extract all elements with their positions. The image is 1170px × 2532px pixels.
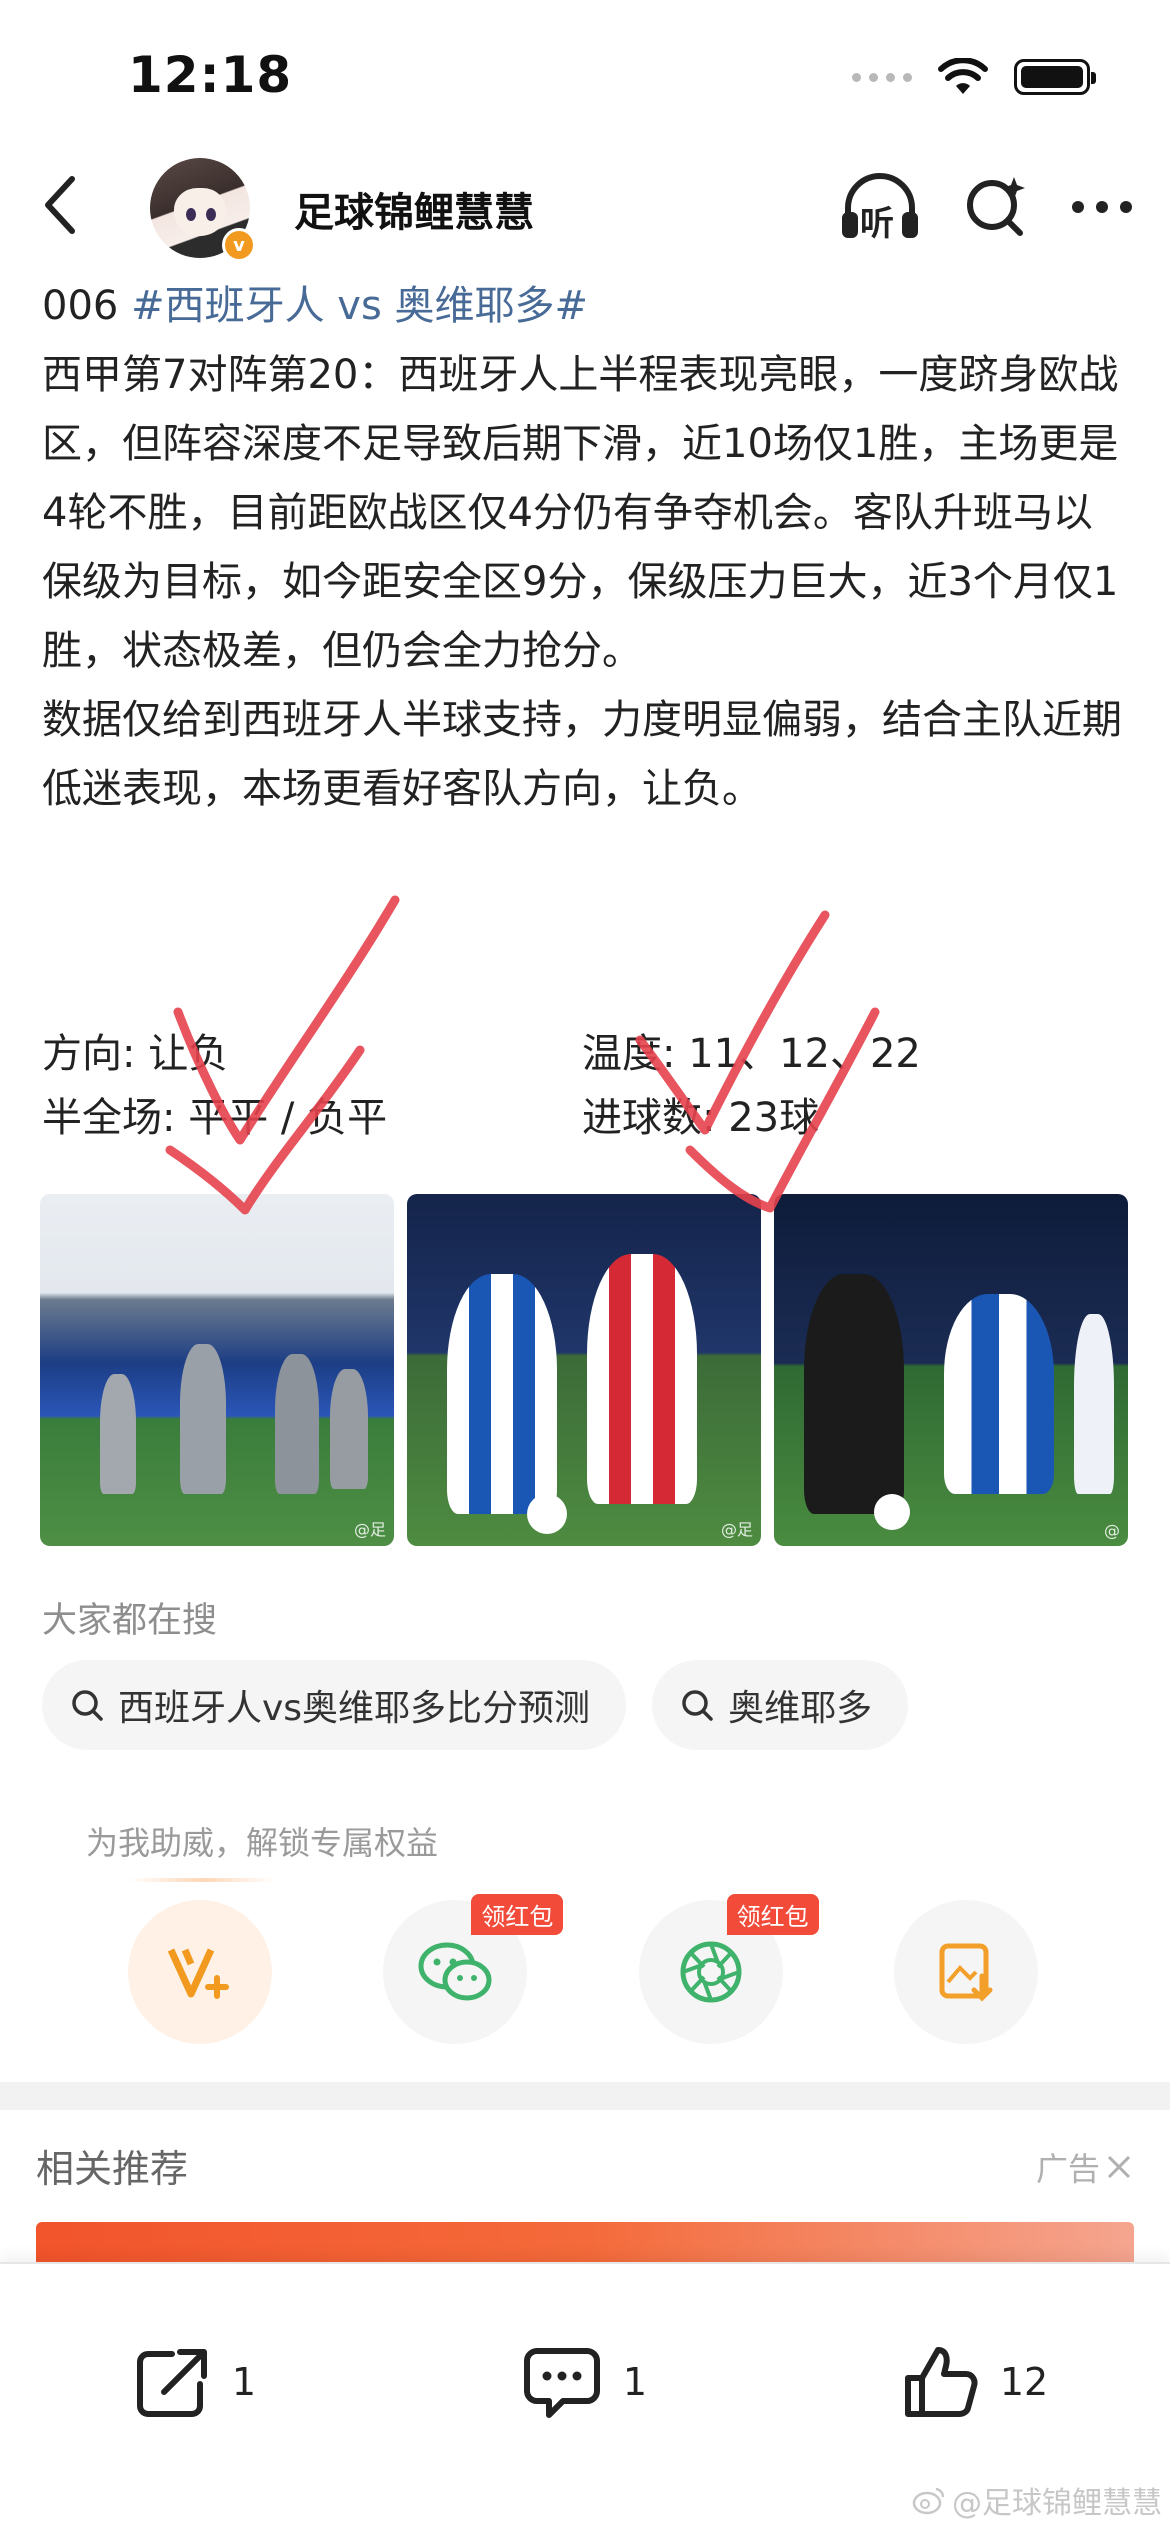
goals-text: 进球数: 23球: [582, 1095, 820, 1141]
moments-icon: [680, 1941, 742, 2003]
search-chip-label: 西班牙人vs奥维耶多比分预测: [118, 1688, 591, 1729]
support-actions: 领红包 领红包: [128, 1894, 1038, 2044]
post-paragraph-1: 西甲第7对阵第20：西班牙人上半程表现亮眼，一度跻身欧战区，但阵容深度不足导致后…: [42, 352, 1119, 674]
support-underline: [128, 1878, 276, 1882]
listen-label: 听: [860, 204, 894, 244]
search-icon: [72, 1690, 103, 1721]
search-suggestions: 西班牙人vs奥维耶多比分预测 奥维耶多: [42, 1660, 909, 1750]
image-watermark: @足: [720, 1520, 753, 1539]
ad-label-text: 广告: [1035, 2150, 1100, 2188]
share-icon: [136, 2349, 207, 2417]
search-section-title: 大家都在搜: [42, 1601, 218, 1641]
red-packet-badge: 领红包: [726, 1894, 819, 1935]
ad-banner[interactable]: [36, 2222, 1134, 2262]
back-button[interactable]: [30, 170, 90, 240]
status-bar: 12:18: [0, 0, 1170, 140]
v-plus-icon: [167, 1948, 229, 1999]
image-grid: @足 @足 @: [40, 1194, 1130, 1546]
post-content: 006 #西班牙人 vs 奥维耶多# 西甲第7对阵第20：西班牙人上半程表现亮眼…: [42, 272, 1132, 824]
search-spark-icon[interactable]: [964, 175, 1028, 239]
post-number: 006: [42, 283, 132, 329]
hashtag-link[interactable]: #西班牙人 vs 奥维耶多#: [131, 283, 588, 329]
half-full-text: 半全场: 平平 / 负平: [42, 1095, 388, 1141]
like-button[interactable]: 12: [780, 2344, 1170, 2420]
image-watermark: @足: [353, 1520, 386, 1539]
more-icon[interactable]: [1070, 197, 1134, 217]
search-chip[interactable]: 西班牙人vs奥维耶多比分预测: [42, 1660, 627, 1750]
prediction-summary: 方向: 让负 温度: 11、12、22 半全场: 平平 / 负平 进球数: 23…: [42, 1022, 1132, 1150]
thumbs-up-icon: [904, 2347, 978, 2417]
like-count: 12: [999, 2360, 1049, 2404]
page-watermark: @足球锦鲤慧慧: [912, 2478, 1162, 2522]
weibo-logo-icon: [912, 2487, 945, 2515]
post-image-match-1[interactable]: @足: [407, 1194, 761, 1546]
cheer-button[interactable]: [128, 1900, 272, 2044]
comment-count: 1: [622, 2360, 648, 2404]
wifi-icon: [938, 58, 988, 94]
verified-badge: v: [222, 228, 256, 262]
comment-button[interactable]: 1: [390, 2344, 780, 2420]
account-name[interactable]: 足球锦鲤慧慧: [294, 180, 534, 238]
ad-label[interactable]: 广告: [1036, 2144, 1132, 2190]
post-paragraph-2: 数据仅给到西班牙人半球支持，力度明显偏弱，结合主队近期低迷表现，本场更看好客队方…: [42, 697, 1122, 812]
direction-text: 方向: 让负: [42, 1031, 229, 1077]
wechat-icon: [418, 1942, 492, 2001]
share-count: 1: [231, 2360, 257, 2404]
signal-dots-icon: [852, 72, 912, 82]
chevron-left-icon: [45, 176, 75, 234]
status-icons: [852, 58, 1096, 96]
page-watermark-text: @足球锦鲤慧慧: [952, 2486, 1162, 2521]
search-chip[interactable]: 奥维耶多: [652, 1660, 909, 1750]
support-title: 为我助威，解锁专属权益: [86, 1824, 439, 1862]
wechat-share-button[interactable]: 领红包: [383, 1894, 564, 2044]
save-image-button[interactable]: [893, 1900, 1038, 2044]
post-title-line: 006 #西班牙人 vs 奥维耶多#: [42, 272, 1132, 341]
post-image-match-2[interactable]: @: [774, 1194, 1128, 1546]
search-icon: [682, 1690, 713, 1721]
save-image-icon: [939, 1943, 993, 2002]
temperature-text: 温度: 11、12、22: [582, 1031, 921, 1077]
comment-icon: [523, 2348, 600, 2418]
image-watermark: @: [1104, 1521, 1120, 1540]
listen-button[interactable]: 听: [838, 172, 922, 244]
search-chip-label: 奥维耶多: [728, 1688, 873, 1729]
close-icon: [1107, 2155, 1131, 2179]
moments-share-button[interactable]: 领红包: [638, 1894, 819, 2044]
section-divider: [0, 2082, 1170, 2110]
header-actions: 听: [838, 172, 1134, 244]
post-header: v 足球锦鲤慧慧 听: [0, 140, 1170, 270]
battery-icon: [1014, 59, 1096, 95]
related-title: 相关推荐: [36, 2147, 189, 2191]
share-button[interactable]: 1: [0, 2344, 390, 2420]
post-image-training[interactable]: @足: [40, 1194, 394, 1546]
status-time: 12:18: [128, 46, 293, 104]
red-packet-badge: 领红包: [471, 1894, 564, 1935]
